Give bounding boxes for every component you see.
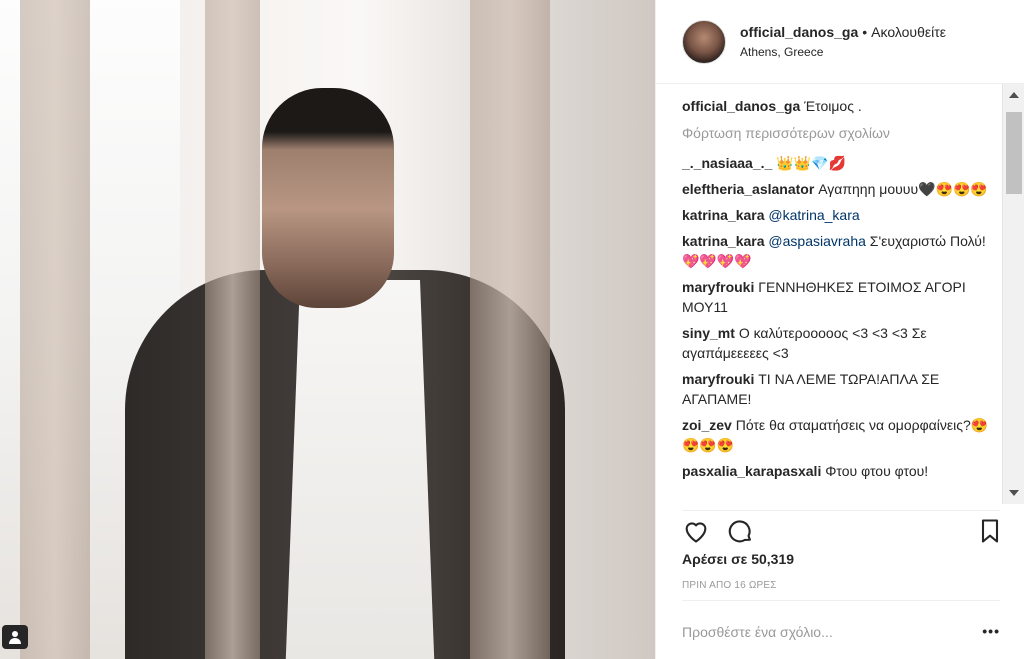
comment-input[interactable]: Προσθέστε ένα σχόλιο...: [682, 624, 833, 640]
caption-text: Έτοιμος .: [804, 98, 862, 114]
comment-username[interactable]: maryfrouki: [682, 279, 754, 295]
caption-username[interactable]: official_danos_ga: [682, 98, 800, 114]
post-header: official_danos_ga • Ακολουθείτε Athens, Gr…: [656, 0, 1024, 84]
list-item: katrina_kara @aspasiavraha Σ'ευχαριστώ Π…: [682, 231, 1000, 271]
post-side-panel: official_danos_ga • Ακολουθείτε Athens, Gr…: [655, 0, 1024, 659]
comment-username[interactable]: zoi_zev: [682, 417, 732, 433]
caption: official_danos_ga Έτοιμος .: [682, 96, 1000, 116]
user-tag-icon[interactable]: [2, 625, 28, 649]
comment-username[interactable]: pasxalia_karapasxali: [682, 463, 821, 479]
comment-username[interactable]: maryfrouki: [682, 371, 754, 387]
scrollbar-thumb[interactable]: [1006, 112, 1022, 194]
location-link[interactable]: Athens, Greece: [740, 44, 946, 60]
header-username[interactable]: official_danos_ga: [740, 24, 858, 40]
comment-username[interactable]: eleftheria_aslanator: [682, 181, 814, 197]
comment-mention[interactable]: @aspasiavraha: [768, 233, 866, 249]
more-options-button[interactable]: •••: [982, 623, 1000, 639]
post-actions: [682, 510, 1000, 546]
scroll-down-icon[interactable]: [1009, 490, 1019, 496]
comment-mention[interactable]: @katrina_kara: [768, 207, 859, 223]
add-comment-section: Προσθέστε ένα σχόλιο... •••: [682, 600, 1000, 659]
person-shirt: [285, 280, 435, 659]
list-item: eleftheria_aslanator Αγαπηηη μουυυ🖤😍😍😍: [682, 179, 1000, 199]
list-item: siny_mt Ο καλύτεροοοοος <3 <3 <3 Σε αγαπ…: [682, 323, 1000, 363]
comment-username[interactable]: katrina_kara: [682, 207, 765, 223]
likes-count[interactable]: Αρέσει σε 50,319: [682, 551, 794, 567]
list-item: maryfrouki ΓΕΝΝΗΘΗΚΕΣ ΕΤΟΙΜΟΣ ΑΓΟΡΙ ΜΟΥ1…: [682, 277, 1000, 317]
avatar[interactable]: [682, 19, 726, 64]
comment-username[interactable]: katrina_kara: [682, 233, 765, 249]
comment-text: Φτου φτου φτου!: [825, 463, 929, 479]
list-item: pasxalia_karapasxali Φτου φτου φτου!: [682, 461, 1000, 481]
list-item: zoi_zev Πότε θα σταματήσεις να ομορφαίνε…: [682, 415, 1000, 455]
bookmark-icon[interactable]: [976, 517, 1004, 545]
header-separator: •: [862, 24, 868, 40]
post-timestamp[interactable]: ΠΡΙΝ ΑΠΟ 16 ΩΡΕΣ: [682, 580, 777, 591]
comment-text: 👑👑💎💋: [776, 155, 846, 171]
heart-icon[interactable]: [682, 517, 710, 545]
comment-username[interactable]: siny_mt: [682, 325, 735, 341]
comments-list: official_danos_ga Έτοιμος . Φόρτωση περι…: [682, 96, 1000, 504]
post-photo[interactable]: [0, 0, 655, 659]
comments-scrollbar[interactable]: [1002, 84, 1024, 504]
comment-icon[interactable]: [726, 517, 754, 545]
list-item: katrina_kara @katrina_kara: [682, 205, 1000, 225]
following-button[interactable]: Ακολουθείτε: [871, 24, 946, 40]
comment-username[interactable]: _._nasiaaa_._: [682, 155, 772, 171]
load-more-comments-button[interactable]: Φόρτωση περισσότερων σχολίων: [682, 125, 1000, 141]
instagram-post: official_danos_ga • Ακολουθείτε Athens, Gr…: [0, 0, 1024, 659]
list-item: maryfrouki ΤΙ ΝΑ ΛΕΜΕ ΤΩΡΑ!ΑΠΛΑ ΣΕ ΑΓΑΠΑ…: [682, 369, 1000, 409]
list-item: _._nasiaaa_._ 👑👑💎💋: [682, 153, 1000, 173]
person-head: [262, 88, 394, 308]
comment-text: Αγαπηηη μουυυ🖤😍😍😍: [818, 181, 988, 197]
scroll-up-icon[interactable]: [1009, 92, 1019, 98]
